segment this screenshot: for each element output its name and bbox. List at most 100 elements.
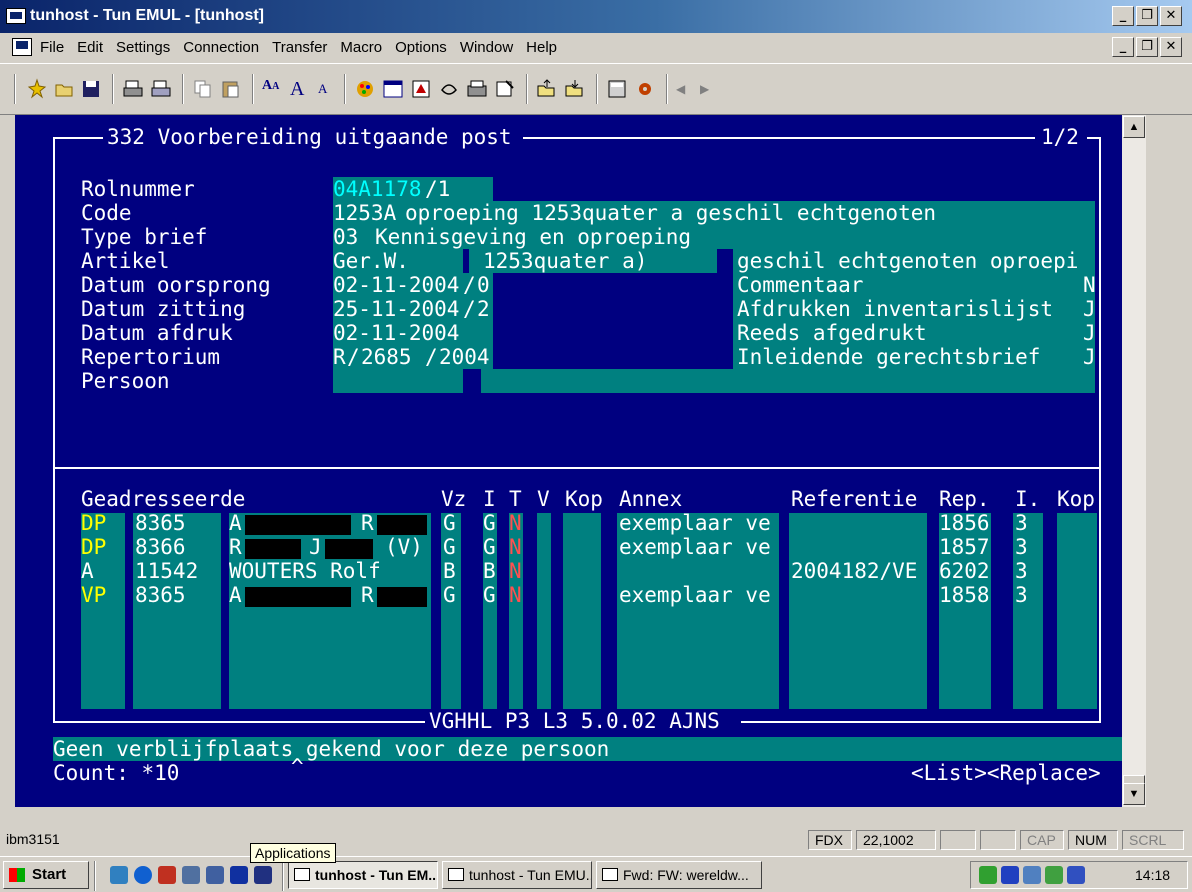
display-icon[interactable]: [1023, 866, 1041, 884]
print-screen-icon[interactable]: [466, 78, 488, 100]
ie-icon[interactable]: [134, 866, 152, 884]
terminal-type: ibm3151: [6, 831, 60, 847]
artikel-field[interactable]: 1253quater a): [483, 249, 647, 273]
afdrukken-inventarislijst-field[interactable]: J: [1083, 297, 1096, 321]
hotspot-icon[interactable]: [438, 78, 460, 100]
row-name-2: J: [309, 535, 322, 559]
rolnummer-field[interactable]: 04A1178: [333, 177, 422, 201]
rolnummer-suffix[interactable]: /1: [425, 177, 450, 201]
commentaar-field[interactable]: N: [1083, 273, 1096, 297]
transfer-receive-icon[interactable]: [564, 78, 586, 100]
antivirus-icon[interactable]: [1001, 866, 1019, 884]
macro-icon[interactable]: [410, 78, 432, 100]
label-rolnummer: Rolnummer: [81, 177, 195, 201]
header-rep: Rep.: [939, 487, 990, 511]
colors-icon[interactable]: [354, 78, 376, 100]
row-type: DP: [81, 511, 107, 535]
menu-connection[interactable]: Connection: [183, 39, 259, 56]
row-i: G: [483, 511, 496, 535]
menu-edit[interactable]: Edit: [77, 39, 103, 56]
datum-zitting-seq[interactable]: 2: [477, 297, 490, 321]
doc-close-button[interactable]: ✕: [1160, 37, 1182, 57]
terminal-screen[interactable]: 332 Voorbereiding uitgaande post 1/2 VGH…: [15, 115, 1122, 807]
menu-bar: File Edit Settings Connection Transfer M…: [0, 33, 1192, 63]
new-session-icon[interactable]: [26, 78, 48, 100]
menu-file[interactable]: File: [40, 39, 64, 56]
frame-top-left: [53, 137, 103, 139]
paste-icon[interactable]: [220, 78, 242, 100]
print-icon[interactable]: [122, 78, 144, 100]
frame-divider: [53, 467, 1101, 469]
header-referentie: Referentie: [791, 487, 918, 511]
code-field[interactable]: 1253A: [333, 201, 396, 225]
menu-options[interactable]: Options: [395, 39, 447, 56]
tun-icon[interactable]: [254, 866, 272, 884]
menu-settings[interactable]: Settings: [116, 39, 170, 56]
menu-window[interactable]: Window: [460, 39, 513, 56]
calculator-icon[interactable]: [606, 78, 628, 100]
restore-button[interactable]: ❐: [1136, 6, 1158, 26]
reeds-afgedrukt-field[interactable]: J: [1083, 321, 1096, 345]
save-icon[interactable]: [80, 78, 102, 100]
font-larger-icon[interactable]: A: [290, 78, 312, 100]
explorer-icon[interactable]: [182, 866, 200, 884]
task-tunhost-1[interactable]: tunhost - Tun EM...: [288, 861, 438, 889]
vertical-scrollbar[interactable]: ▲ ▼: [1122, 115, 1146, 807]
datum-zitting-field[interactable]: 25-11-2004: [333, 297, 459, 321]
row-annex: exemplaar ve: [619, 583, 771, 607]
network-icon[interactable]: [979, 866, 997, 884]
outlook-icon[interactable]: [110, 866, 128, 884]
system-tray: 14:18: [970, 861, 1188, 889]
print-setup-icon[interactable]: [150, 78, 172, 100]
keyboard-icon[interactable]: [382, 78, 404, 100]
app-icon[interactable]: [6, 8, 26, 24]
transfer-send-icon[interactable]: [536, 78, 558, 100]
repertorium-number[interactable]: 2685: [361, 345, 412, 369]
app-icon[interactable]: [158, 866, 176, 884]
scroll-left-icon[interactable]: ◀: [676, 78, 698, 100]
header-geadresseerde: Geadresseerde: [81, 487, 246, 511]
frame-top-mid: [523, 137, 1035, 139]
scroll-right-icon[interactable]: ▶: [700, 78, 722, 100]
inleidende-gerechtsbrief-field[interactable]: J: [1083, 345, 1096, 369]
shield-icon[interactable]: [1067, 866, 1085, 884]
datum-afdruk-field[interactable]: 02-11-2004: [333, 321, 459, 345]
minimize-button[interactable]: _: [1112, 6, 1134, 26]
function-keys[interactable]: <List><Replace>: [911, 761, 1101, 785]
datum-oorsprong-field[interactable]: 02-11-2004: [333, 273, 459, 297]
task-email[interactable]: Fwd: FW: wereldw...: [596, 861, 762, 889]
menu-transfer[interactable]: Transfer: [272, 39, 327, 56]
open-icon[interactable]: [54, 78, 76, 100]
menu-macro[interactable]: Macro: [340, 39, 382, 56]
doc-restore-button[interactable]: ❐: [1136, 37, 1158, 57]
word-icon[interactable]: [230, 866, 248, 884]
datum-oorsprong-seq[interactable]: 0: [477, 273, 490, 297]
count-indicator: Count: *10: [53, 761, 180, 785]
copy-icon[interactable]: [192, 78, 214, 100]
menu-help[interactable]: Help: [526, 39, 557, 56]
font-icon[interactable]: AA: [262, 78, 284, 100]
start-button[interactable]: Start: [3, 861, 89, 889]
artikel-wetboek-field[interactable]: Ger.W.: [333, 249, 409, 273]
keyboard-lock-icon: [980, 830, 1016, 850]
repertorium-prefix[interactable]: R: [333, 345, 346, 369]
doc-minimize-button[interactable]: _: [1112, 37, 1134, 57]
connection-icon[interactable]: [1045, 866, 1063, 884]
type-brief-field[interactable]: 03: [333, 225, 358, 249]
row-type: A: [81, 559, 94, 583]
clock: 14:18: [1135, 867, 1171, 883]
scroll-down-icon[interactable]: ▼: [1123, 783, 1145, 805]
task-tunhost-2[interactable]: tunhost - Tun EMU...: [442, 861, 592, 889]
label-datum-afdruk: Datum afdruk: [81, 321, 233, 345]
settings-icon[interactable]: [634, 78, 656, 100]
header-t: T: [509, 487, 522, 511]
font-smaller-icon[interactable]: A: [318, 78, 340, 100]
scroll-up-icon[interactable]: ▲: [1123, 116, 1145, 138]
applications-icon[interactable]: [206, 866, 224, 884]
repertorium-year[interactable]: 2004: [439, 345, 490, 369]
document-icon[interactable]: [12, 38, 32, 56]
close-button[interactable]: ✕: [1160, 6, 1182, 26]
title-bar: tunhost - Tun EMUL - [tunhost] _ ❐ ✕: [0, 0, 1192, 33]
row-referentie: 2004182/VE: [791, 559, 918, 583]
properties-icon[interactable]: [494, 78, 516, 100]
